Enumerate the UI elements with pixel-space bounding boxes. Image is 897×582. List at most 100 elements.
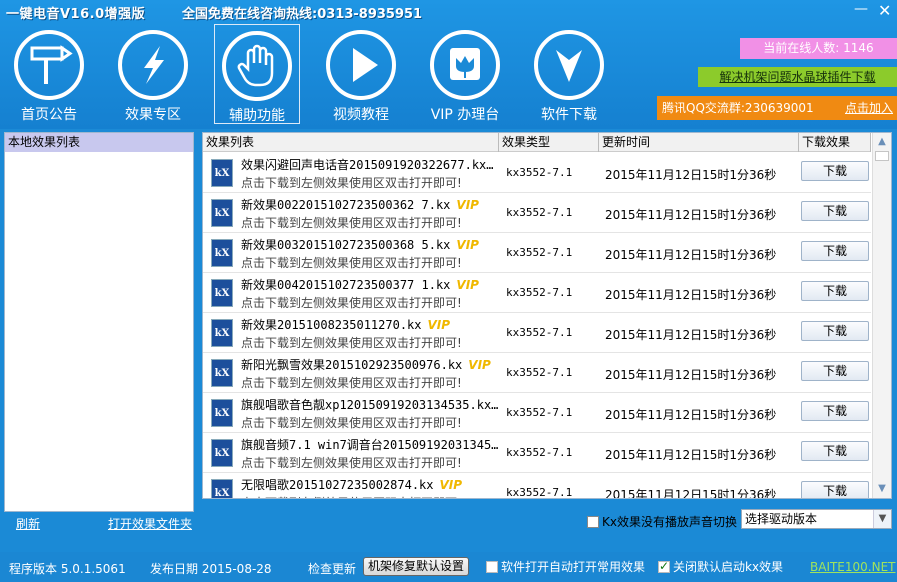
effect-hint: 点击下载到左侧效果使用区双击打开即可! [241,256,462,270]
online-count-badge: 当前在线人数: 1146 [740,38,897,59]
chevron-down-icon[interactable]: ▼ [873,510,891,528]
scroll-down-icon[interactable]: ▼ [876,483,888,495]
effects-list: 效果列表 效果类型 更新时间 下载效果 kX 效果闪避回声电话音201509192… [202,132,892,499]
kx-sound-switch-checkbox[interactable] [587,515,599,528]
list-scrollbar[interactable]: ▲ ▼ [872,133,891,498]
effect-name: 无限唱歌20151027235002874.kx VIP [241,478,463,492]
kx-sound-switch-option[interactable]: Kx效果没有播放声音切换 [587,513,737,530]
kx-file-icon: kX [211,479,233,498]
download-button[interactable]: 下载 [801,481,869,498]
effect-type: kx3552-7.1 [506,206,573,219]
effect-hint: 点击下载到左侧效果使用区双击打开即可! [241,296,462,310]
signpost-icon [14,30,84,100]
auto-open-label: 软件打开自动打开常用效果 [501,560,646,574]
kx-file-icon: kX [211,279,233,307]
vip-badge: VIP [456,238,479,252]
effect-type: kx3552-7.1 [506,246,573,259]
effect-type: kx3552-7.1 [506,166,573,179]
col-header-time[interactable]: 更新时间 [599,133,799,152]
download-button[interactable]: 下载 [801,161,869,181]
scroll-thumb[interactable] [875,151,889,161]
effect-update-time: 2015年11月12日15时1分36秒 [605,288,777,302]
kx-file-icon: kX [211,199,233,227]
col-header-download[interactable]: 下载效果 [799,133,871,152]
local-effects-panel: 本地效果列表 [4,132,194,512]
effect-type: kx3552-7.1 [506,366,573,379]
download-button[interactable]: 下载 [801,281,869,301]
download-button[interactable]: 下载 [801,201,869,221]
table-row[interactable]: kX 无限唱歌20151027235002874.kxVIP 点击下载到左侧效果使用… [203,473,871,498]
nav-video-tutorial[interactable]: 视频教程 [318,24,404,124]
check-update-label[interactable]: 检查更新 [308,560,356,577]
effect-name: 新效果0022015102723500362 7.kx VIP [241,198,479,212]
col-header-name[interactable]: 效果列表 [203,133,499,152]
nav-software-download[interactable]: 软件下载 [526,24,612,124]
kx-file-icon: kX [211,399,233,427]
open-effects-folder-link[interactable]: 打开效果文件夹 [108,515,192,532]
nav-label: 首页公告 [21,107,77,123]
plugin-download-link[interactable]: 解决机架问题水晶球插件下载 [698,67,897,87]
auto-open-checkbox[interactable] [486,560,498,573]
effect-name: 新效果0032015102723500368 5.kx VIP [241,238,479,252]
effect-type: kx3552-7.1 [506,446,573,459]
effect-type: kx3552-7.1 [506,406,573,419]
driver-select-value: 选择驱动版本 [745,512,818,526]
effect-hint: 点击下载到左侧效果使用区双击打开即可! [241,176,462,190]
table-row[interactable]: kX 新效果0042015102723500377 1.kx VIP 点击下载到左侧效… [203,273,871,313]
download-button[interactable]: 下载 [801,441,869,461]
rack-fix-default-button[interactable]: 机架修复默认设置 [363,557,469,576]
table-row[interactable]: kX 新效果0022015102723500362 7.kx VIP 点击下载到左侧效… [203,193,871,233]
scroll-up-icon[interactable]: ▲ [876,136,888,148]
kx-file-icon: kX [211,239,233,267]
qq-group-text: 腾讯QQ交流群:230639001 [662,101,814,115]
vip-badge: VIP [456,198,479,212]
effect-type: kx3552-7.1 [506,326,573,339]
effect-name: 新效果0042015102723500377 1.kx VIP [241,278,479,292]
download-button[interactable]: 下载 [801,401,869,421]
effect-update-time: 2015年11月12日15时1分36秒 [605,208,777,222]
table-row[interactable]: kX 旗舰唱歌音色靓xp120150919203134535.kxVIP 点击下载到… [203,393,871,433]
table-row[interactable]: kX 新效果20151008235011270.kx VIP 点击下载到左侧效果使用区… [203,313,871,353]
join-qq-link[interactable]: 点击加入 [845,96,893,120]
download-icon [534,30,604,100]
download-button[interactable]: 下载 [801,361,869,381]
program-version: 程序版本 5.0.1.5061 [9,562,126,576]
close-button[interactable]: ✕ [878,3,891,19]
website-link[interactable]: BAITE100.NET [810,560,896,574]
effect-update-time: 2015年11月12日15时1分36秒 [605,408,777,422]
vip-badge: VIP [439,478,463,492]
status-footer: 程序版本 5.0.1.5061 发布日期 2015-08-28 检查更新 机架修… [0,552,897,582]
nav-effects[interactable]: 效果专区 [110,24,196,124]
effect-hint: 点击下载到左侧效果使用区双击打开即可! [241,494,462,498]
vip-badge: VIP [456,278,479,292]
download-button[interactable]: 下载 [801,321,869,341]
lightning-icon [118,30,188,100]
close-kx-label: 关闭默认启动kx效果 [673,560,784,574]
list-header: 效果列表 效果类型 更新时间 下载效果 [203,133,871,152]
refresh-link[interactable]: 刷新 [16,515,40,532]
col-header-type[interactable]: 效果类型 [499,133,599,152]
minimize-button[interactable]: — [854,2,868,16]
qq-group-bar: 腾讯QQ交流群:230639001 点击加入 [657,96,897,120]
table-row[interactable]: kX 新阳光飘雪效果2015102923500976.kx VIP 点击下载到左侧效果… [203,353,871,393]
nav-assist[interactable]: 辅助功能 [214,24,300,124]
nav-vip[interactable]: VIP 办理台 [422,24,508,124]
close-kx-option[interactable]: 关闭默认启动kx效果 [658,558,783,575]
effect-hint: 点击下载到左侧效果使用区双击打开即可! [241,376,462,390]
nav-label: 效果专区 [125,107,181,123]
nav-label: 视频教程 [333,107,389,123]
nav-home-notice[interactable]: 首页公告 [6,24,92,124]
driver-version-select[interactable]: 选择驱动版本 ▼ [741,509,892,529]
auto-open-option[interactable]: 软件打开自动打开常用效果 [486,558,645,575]
table-row[interactable]: kX 新效果0032015102723500368 5.kx VIP 点击下载到左侧效… [203,233,871,273]
kx-file-icon: kX [211,439,233,467]
download-button[interactable]: 下载 [801,241,869,261]
effect-hint: 点击下载到左侧效果使用区双击打开即可! [241,416,462,430]
hotline-text: 全国免费在线咨询热线:0313-8935951 [182,7,423,22]
kx-file-icon: kX [211,159,233,187]
table-row[interactable]: kX 效果闪避回声电话音2015091920322677.kx免费点击下载到左侧效… [203,153,871,193]
table-row[interactable]: kX 旗舰音频7.1 win7调音台20150919203134588…VIP 点击… [203,433,871,473]
effect-update-time: 2015年11月12日15时1分36秒 [605,168,777,182]
close-kx-checkbox[interactable] [658,559,670,573]
nav-label: 软件下载 [541,107,597,123]
